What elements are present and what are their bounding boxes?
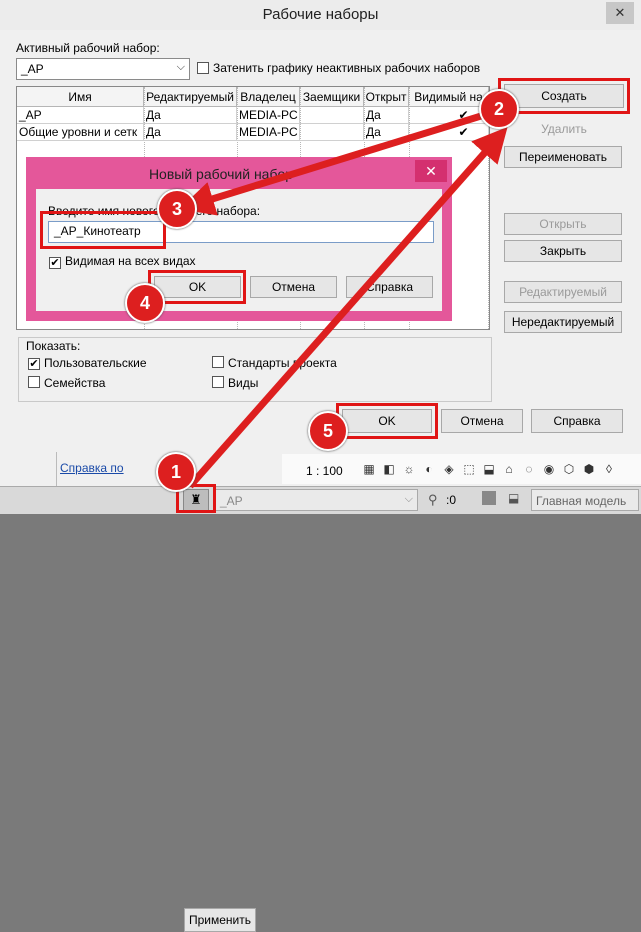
apply-button[interactable]: Применить (184, 908, 256, 932)
step-badge-4: 4 (125, 283, 165, 323)
step-badge-1: 1 (156, 452, 196, 492)
step-badge-2: 2 (479, 89, 519, 129)
step-badge-3: 3 (157, 189, 197, 229)
step-badge-5: 5 (308, 411, 348, 451)
